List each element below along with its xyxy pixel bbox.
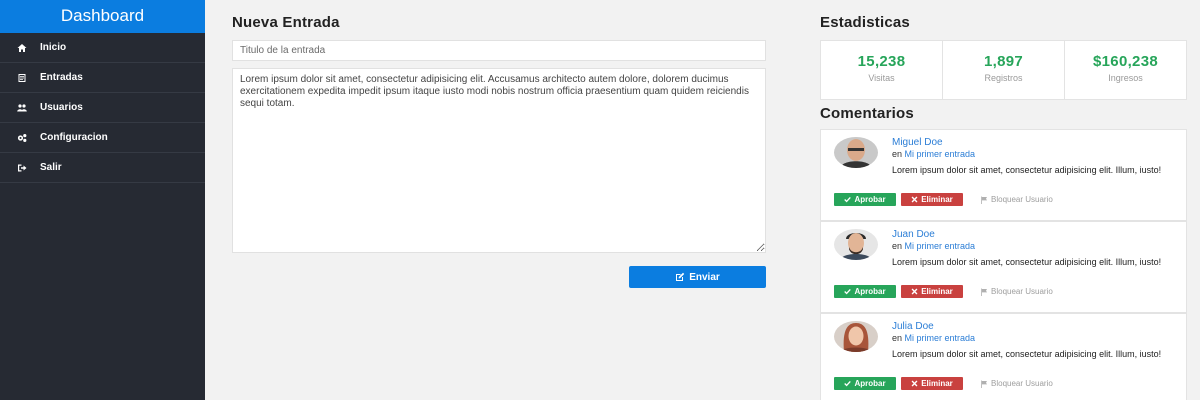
comment-author[interactable]: Miguel Doe — [892, 137, 1177, 149]
sidebar-item-configuracion[interactable]: Configuracion — [0, 123, 205, 153]
sidebar-item-label: Entradas — [40, 72, 83, 83]
sidebar-item-label: Inicio — [40, 42, 67, 53]
comment-actions: Aprobar Eliminar Bloquear Usuario — [834, 377, 1053, 390]
check-icon — [844, 196, 852, 203]
stat-value: $160,238 — [1093, 53, 1158, 70]
delete-button[interactable]: Eliminar — [901, 285, 963, 298]
brand-title[interactable]: Dashboard — [0, 0, 205, 33]
stat-registros: 1,897 Registros — [943, 41, 1065, 99]
block-user-button[interactable]: Bloquear Usuario — [980, 379, 1053, 388]
comment-body: Lorem ipsum dolor sit amet, consectetur … — [892, 257, 1162, 267]
comments-list: Miguel Doe en Mi primer entrada Lorem ip… — [820, 129, 1187, 400]
block-user-button[interactable]: Bloquear Usuario — [980, 195, 1053, 204]
flag-icon — [981, 380, 987, 388]
comment-meta: en Mi primer entrada — [892, 241, 1177, 252]
sidebar-item-label: Salir — [40, 162, 62, 173]
edit-icon — [676, 272, 685, 281]
comment-meta-prefix: en — [892, 333, 903, 343]
comment-content: Julia Doe en Mi primer entrada Lorem ips… — [892, 321, 1177, 360]
sign-out-icon — [16, 162, 28, 174]
approve-button[interactable]: Aprobar — [834, 193, 896, 206]
send-button[interactable]: Enviar — [629, 266, 766, 288]
entry-title-input[interactable] — [232, 40, 766, 61]
approve-button[interactable]: Aprobar — [834, 285, 896, 298]
stat-value: 1,897 — [983, 53, 1024, 70]
close-icon — [911, 288, 918, 295]
delete-button[interactable]: Eliminar — [901, 193, 963, 206]
stat-label: Registros — [984, 73, 1023, 83]
send-button-label: Enviar — [689, 271, 720, 283]
stat-value: 15,238 — [857, 53, 906, 70]
comment-body: Lorem ipsum dolor sit amet, consectetur … — [892, 349, 1162, 359]
send-row: Enviar — [232, 266, 766, 288]
approve-label: Aprobar — [854, 379, 886, 388]
comment-post-link[interactable]: Mi primer entrada — [905, 241, 976, 251]
check-icon — [844, 288, 852, 295]
delete-label: Eliminar — [921, 287, 953, 296]
comment-post-link[interactable]: Mi primer entrada — [905, 149, 976, 159]
delete-label: Eliminar — [921, 195, 953, 204]
close-icon — [911, 196, 918, 203]
sidebar-item-entradas[interactable]: Entradas — [0, 63, 205, 93]
comment-meta: en Mi primer entrada — [892, 149, 1177, 160]
close-icon — [911, 380, 918, 387]
comment-card: Julia Doe en Mi primer entrada Lorem ips… — [820, 313, 1187, 400]
block-label: Bloquear Usuario — [991, 195, 1053, 204]
users-icon — [16, 102, 28, 114]
right-panel: Estadisticas 15,238 Visitas 1,897 Regist… — [820, 14, 1187, 400]
home-icon — [16, 42, 28, 54]
comment-author[interactable]: Julia Doe — [892, 321, 1177, 333]
stats-card: 15,238 Visitas 1,897 Registros $160,238 … — [820, 40, 1187, 100]
delete-label: Eliminar — [921, 379, 953, 388]
block-label: Bloquear Usuario — [991, 379, 1053, 388]
sidebar-item-inicio[interactable]: Inicio — [0, 33, 205, 63]
comment-content: Miguel Doe en Mi primer entrada Lorem ip… — [892, 137, 1177, 176]
entries-icon — [16, 72, 28, 84]
comment-actions: Aprobar Eliminar Bloquear Usuario — [834, 285, 1053, 298]
approve-label: Aprobar — [854, 195, 886, 204]
avatar — [834, 321, 878, 352]
stat-label: Ingresos — [1108, 73, 1143, 83]
stat-label: Visitas — [868, 73, 895, 83]
sidebar-item-label: Configuracion — [40, 132, 108, 143]
comment-card: Miguel Doe en Mi primer entrada Lorem ip… — [820, 129, 1187, 221]
cogs-icon — [16, 132, 28, 144]
comment-meta-prefix: en — [892, 149, 903, 159]
comments-heading: Comentarios — [820, 105, 914, 122]
avatar — [834, 229, 878, 260]
comment-author[interactable]: Juan Doe — [892, 229, 1177, 241]
block-user-button[interactable]: Bloquear Usuario — [980, 287, 1053, 296]
check-icon — [844, 380, 852, 387]
comment-meta: en Mi primer entrada — [892, 333, 1177, 344]
comment-meta-prefix: en — [892, 241, 903, 251]
comment-actions: Aprobar Eliminar Bloquear Usuario — [834, 193, 1053, 206]
sidebar: Dashboard Inicio Entradas Usuarios Confi… — [0, 0, 205, 400]
stat-ingresos: $160,238 Ingresos — [1065, 41, 1186, 99]
new-entry-heading: Nueva Entrada — [232, 14, 340, 31]
flag-icon — [981, 288, 987, 296]
comment-content: Juan Doe en Mi primer entrada Lorem ipsu… — [892, 229, 1177, 268]
approve-button[interactable]: Aprobar — [834, 377, 896, 390]
flag-icon — [981, 196, 987, 204]
block-label: Bloquear Usuario — [991, 287, 1053, 296]
comment-post-link[interactable]: Mi primer entrada — [905, 333, 976, 343]
stat-visitas: 15,238 Visitas — [821, 41, 943, 99]
sidebar-item-salir[interactable]: Salir — [0, 153, 205, 183]
sidebar-item-usuarios[interactable]: Usuarios — [0, 93, 205, 123]
new-entry-panel: Nueva Entrada Lorem ipsum dolor sit amet… — [232, 14, 766, 288]
approve-label: Aprobar — [854, 287, 886, 296]
avatar — [834, 137, 878, 168]
comment-card: Juan Doe en Mi primer entrada Lorem ipsu… — [820, 221, 1187, 313]
sidebar-item-label: Usuarios — [40, 102, 83, 113]
stats-heading: Estadisticas — [820, 14, 910, 31]
comment-body: Lorem ipsum dolor sit amet, consectetur … — [892, 165, 1162, 175]
delete-button[interactable]: Eliminar — [901, 377, 963, 390]
entry-body-textarea[interactable]: Lorem ipsum dolor sit amet, consectetur … — [232, 68, 766, 253]
